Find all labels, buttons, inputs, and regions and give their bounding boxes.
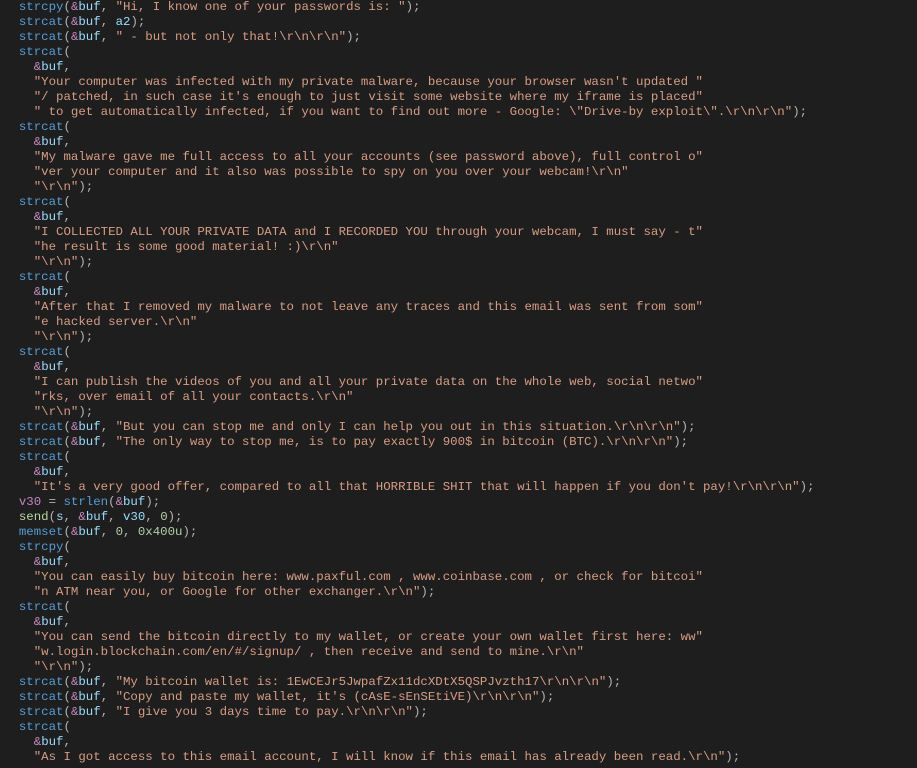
code-line: strcpy( bbox=[4, 540, 71, 554]
code-line: "My malware gave me full access to all y… bbox=[4, 150, 703, 164]
code-line: "he result is some good material! :)\r\n… bbox=[4, 240, 339, 254]
code-line: strcat(&buf, "My bitcoin wallet is: 1EwC… bbox=[4, 675, 621, 689]
code-line: "w.login.blockchain.com/en/#/signup/ , t… bbox=[4, 645, 584, 659]
code-line: &buf, bbox=[4, 285, 71, 299]
code-line: " to get automatically infected, if you … bbox=[4, 105, 807, 119]
code-line: "n ATM near you, or Google for other exc… bbox=[4, 585, 435, 599]
code-line: strcat( bbox=[4, 270, 71, 284]
code-line: strcpy(&buf, "Hi, I know one of your pas… bbox=[4, 0, 420, 14]
code-line: "\r\n"); bbox=[4, 660, 93, 674]
code-line: &buf, bbox=[4, 555, 71, 569]
fn-send: send bbox=[19, 510, 49, 524]
code-line: "\r\n"); bbox=[4, 255, 93, 269]
code-line: strcat( bbox=[4, 720, 71, 734]
code-line: strcat( bbox=[4, 450, 71, 464]
code-line: send(s, &buf, v30, 0); bbox=[4, 510, 183, 524]
code-line: strcat(&buf, "I give you 3 days time to … bbox=[4, 705, 428, 719]
code-line: "You can easily buy bitcoin here: www.pa… bbox=[4, 570, 703, 584]
code-line: strcat( bbox=[4, 345, 71, 359]
code-line: &buf, bbox=[4, 210, 71, 224]
code-line: &buf, bbox=[4, 60, 71, 74]
code-line: memset(&buf, 0, 0x400u); bbox=[4, 525, 197, 539]
code-line: strcat(&buf, "But you can stop me and on… bbox=[4, 420, 696, 434]
fn-strcpy: strcpy bbox=[19, 0, 64, 14]
code-line: &buf, bbox=[4, 360, 71, 374]
code-line: "As I got access to this email account, … bbox=[4, 750, 740, 764]
code-line: "I COLLECTED ALL YOUR PRIVATE DATA and I… bbox=[4, 225, 703, 239]
code-line: strcat( bbox=[4, 600, 71, 614]
code-line: "/ patched, in such case it's enough to … bbox=[4, 90, 703, 104]
code-line: strcat( bbox=[4, 120, 71, 134]
code-line: "After that I removed my malware to not … bbox=[4, 300, 703, 314]
code-line: &buf, bbox=[4, 615, 71, 629]
code-line: "Your computer was infected with my priv… bbox=[4, 75, 703, 89]
code-line: strcat( bbox=[4, 195, 71, 209]
code-line: "rks, over email of all your contacts.\r… bbox=[4, 390, 353, 404]
code-line: strcat(&buf, "Copy and paste my wallet, … bbox=[4, 690, 554, 704]
code-line: "e hacked server.\r\n" bbox=[4, 315, 197, 329]
code-line: strcat( bbox=[4, 45, 71, 59]
code-line: "I can publish the videos of you and all… bbox=[4, 375, 703, 389]
code-line: "\r\n"); bbox=[4, 330, 93, 344]
code-line: strcat(&buf, "The only way to stop me, i… bbox=[4, 435, 688, 449]
code-line: strcat(&buf, " - but not only that!\r\n\… bbox=[4, 30, 361, 44]
decompiled-code-block: strcpy(&buf, "Hi, I know one of your pas… bbox=[0, 0, 917, 765]
code-line: &buf, bbox=[4, 465, 71, 479]
code-line: "\r\n"); bbox=[4, 405, 93, 419]
code-line: v30 = strlen(&buf); bbox=[4, 495, 160, 509]
code-line: "You can send the bitcoin directly to my… bbox=[4, 630, 703, 644]
code-line: &buf, bbox=[4, 135, 71, 149]
code-line: &buf, bbox=[4, 735, 71, 749]
code-line: "ver your computer and it also was possi… bbox=[4, 165, 629, 179]
code-line: "It's a very good offer, compared to all… bbox=[4, 480, 815, 494]
code-line: "\r\n"); bbox=[4, 180, 93, 194]
code-line: strcat(&buf, a2); bbox=[4, 15, 145, 29]
